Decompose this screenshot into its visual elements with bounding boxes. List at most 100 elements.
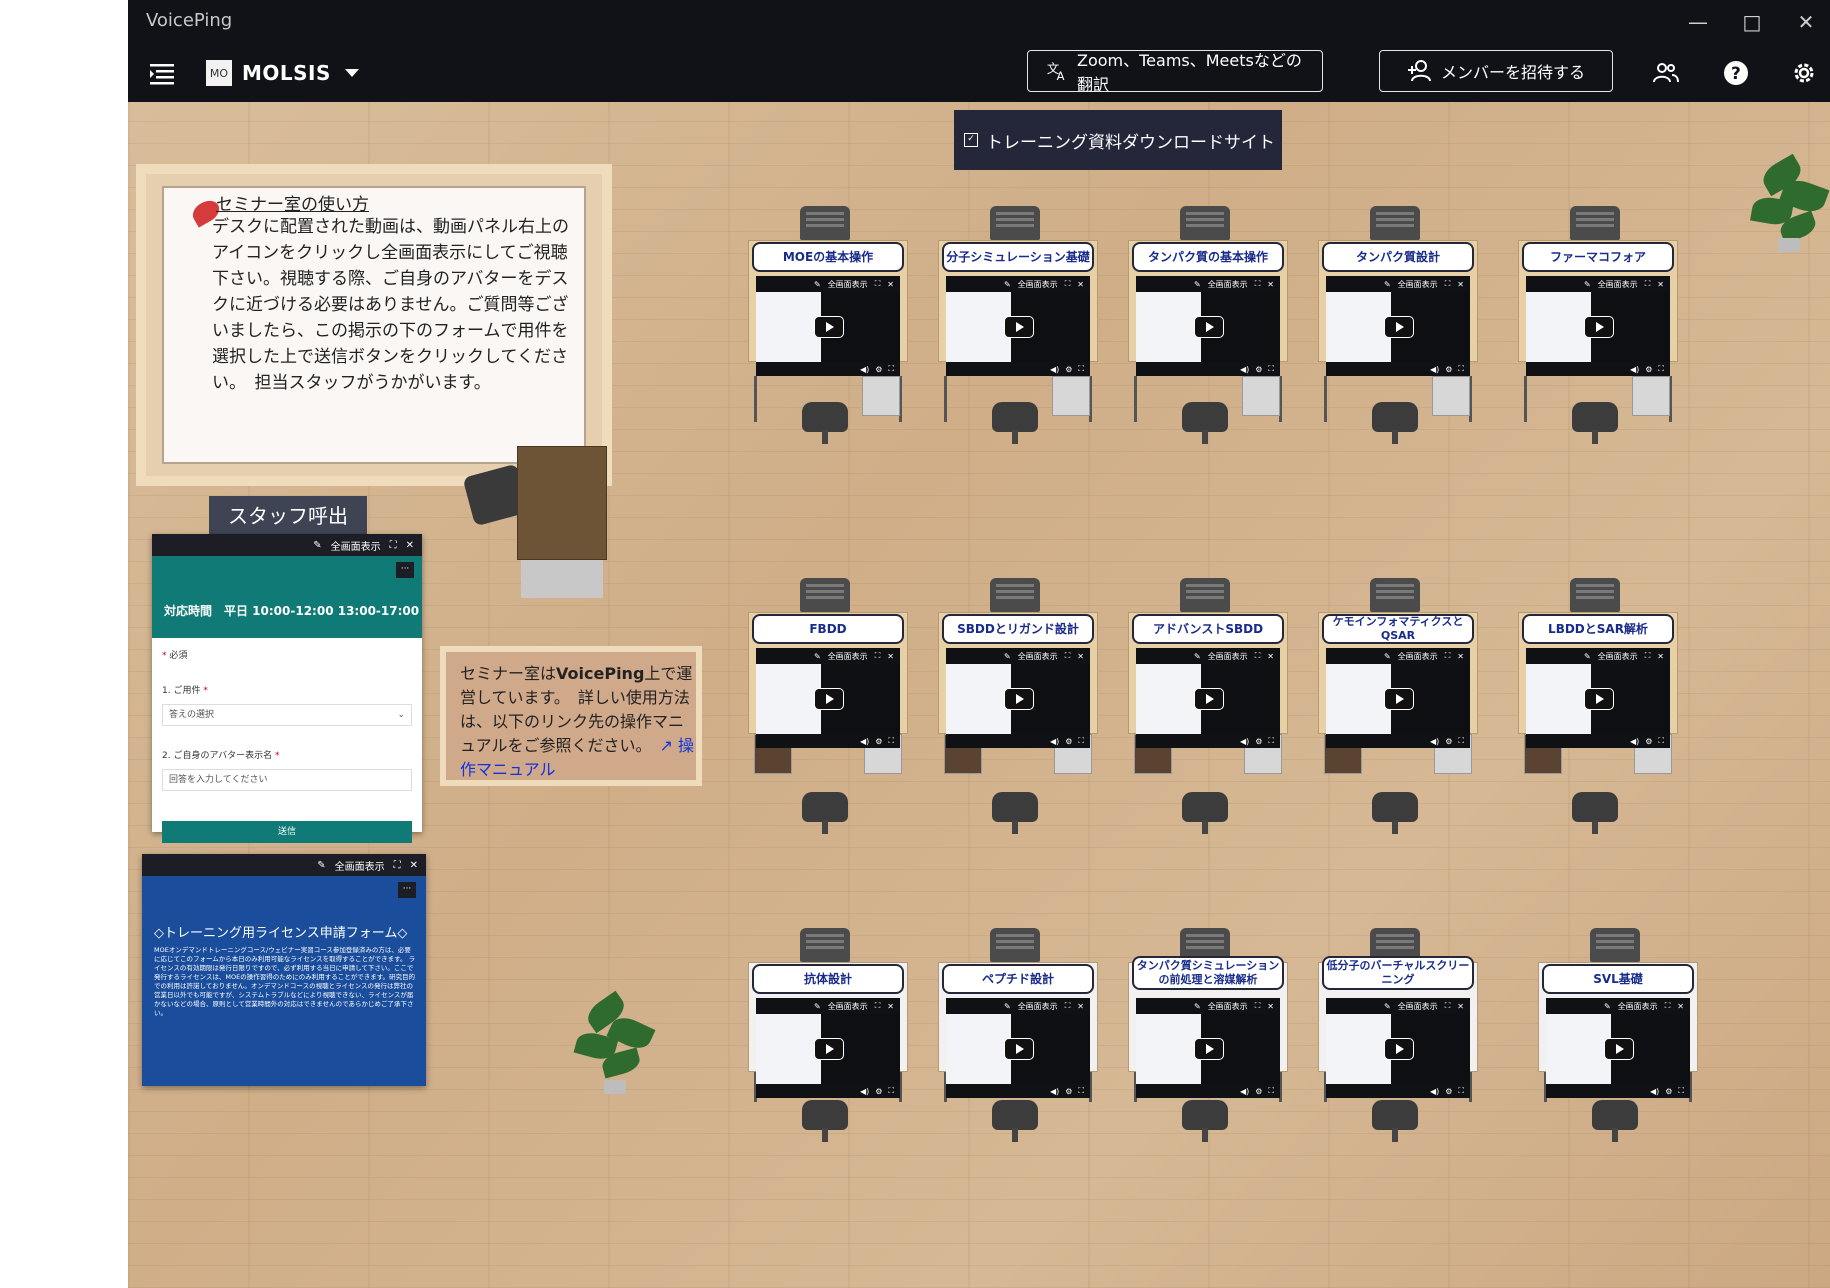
settings-icon[interactable]: ⚙ xyxy=(1665,1087,1672,1096)
close-icon[interactable]: ✕ xyxy=(887,280,894,289)
settings-icon[interactable]: ⚙ xyxy=(875,737,882,746)
close-icon[interactable]: ✕ xyxy=(887,1002,894,1011)
fullscreen-icon[interactable]: ⛶ xyxy=(875,279,881,289)
fullscreen-label[interactable]: 全画面表示 xyxy=(1598,651,1638,662)
video-panel[interactable]: ✎ 全画面表示 ⛶ ✕ ◀) ⚙ ⛶ xyxy=(1136,998,1280,1098)
video-screen[interactable] xyxy=(1546,1014,1690,1084)
fullscreen-icon[interactable]: ⛶ xyxy=(1268,364,1274,374)
settings-icon[interactable]: ⚙ xyxy=(1065,737,1072,746)
close-icon[interactable]: ✕ xyxy=(1457,280,1464,289)
video-panel[interactable]: ✎ 全画面表示 ⛶ ✕ ◀) ⚙ ⛶ xyxy=(1326,998,1470,1098)
video-panel[interactable]: ✎ 全画面表示 ⛶ ✕ ◀) ⚙ ⛶ xyxy=(1526,648,1670,748)
video-panel[interactable]: ✎ 全画面表示 ⛶ ✕ ◀) ⚙ ⛶ xyxy=(1546,998,1690,1098)
fullscreen-label[interactable]: 全画面表示 xyxy=(1018,1001,1058,1012)
play-icon[interactable] xyxy=(1194,688,1224,710)
translate-button[interactable]: 文 A Zoom、Teams、Meetsなどの翻訳 xyxy=(1027,50,1323,94)
close-icon[interactable]: ✕ xyxy=(406,540,414,551)
edit-icon[interactable]: ✎ xyxy=(1384,1002,1391,1011)
video-panel[interactable]: ✎ 全画面表示 ⛶ ✕ ◀) ⚙ ⛶ xyxy=(1326,276,1470,376)
volume-icon[interactable]: ◀) xyxy=(1430,1087,1439,1096)
edit-icon[interactable]: ✎ xyxy=(1384,652,1391,661)
desk-protein-design[interactable]: タンパク質設計 ✎ 全画面表示 ⛶ ✕ ◀) ⚙ ⛶ xyxy=(1318,206,1478,546)
volume-icon[interactable]: ◀) xyxy=(1630,365,1639,374)
fullscreen-icon[interactable]: ⛶ xyxy=(1065,279,1071,289)
desk-advanced-sbdd[interactable]: アドバンストSBDD ✎ 全画面表示 ⛶ ✕ ◀) ⚙ ⛶ xyxy=(1128,578,1288,858)
play-icon[interactable] xyxy=(1194,1038,1224,1060)
people-icon[interactable] xyxy=(1649,56,1683,90)
fullscreen-label[interactable]: 全画面表示 xyxy=(828,1001,868,1012)
fullscreen-label[interactable]: 全画面表示 xyxy=(1208,279,1248,290)
close-icon[interactable]: ✕ xyxy=(1077,652,1084,661)
close-icon[interactable]: ✕ xyxy=(1457,652,1464,661)
video-screen[interactable] xyxy=(1326,292,1470,362)
edit-icon[interactable]: ✎ xyxy=(814,1002,821,1011)
volume-icon[interactable]: ◀) xyxy=(1430,365,1439,374)
desk-svl-basics[interactable]: SVL基礎 ✎ 全画面表示 ⛶ ✕ ◀) ⚙ ⛶ xyxy=(1538,928,1698,1178)
video-screen[interactable] xyxy=(756,664,900,734)
fullscreen-label[interactable]: 全画面表示 xyxy=(1208,1001,1248,1012)
close-icon[interactable]: ✕ xyxy=(1267,280,1274,289)
video-panel[interactable]: ✎ 全画面表示 ⛶ ✕ ◀) ⚙ ⛶ xyxy=(1526,276,1670,376)
edit-icon[interactable]: ✎ xyxy=(814,280,821,289)
video-screen[interactable] xyxy=(946,292,1090,362)
video-panel[interactable]: ✎ 全画面表示 ⛶ ✕ ◀) ⚙ ⛶ xyxy=(1136,648,1280,748)
fullscreen-icon[interactable]: ⛶ xyxy=(1078,364,1084,374)
desk-protein-basics[interactable]: タンパク質の基本操作 ✎ 全画面表示 ⛶ ✕ ◀) ⚙ ⛶ xyxy=(1128,206,1288,546)
volume-icon[interactable]: ◀) xyxy=(1650,1087,1659,1096)
video-screen[interactable] xyxy=(1136,664,1280,734)
fullscreen-icon[interactable]: ⛶ xyxy=(1645,279,1651,289)
fullscreen-icon[interactable]: ⛶ xyxy=(875,651,881,661)
fullscreen-icon[interactable]: ⛶ xyxy=(1445,651,1451,661)
settings-icon[interactable]: ⚙ xyxy=(1255,365,1262,374)
fullscreen-icon[interactable]: ⛶ xyxy=(888,364,894,374)
edit-icon[interactable]: ✎ xyxy=(313,540,321,551)
volume-icon[interactable]: ◀) xyxy=(860,737,869,746)
volume-icon[interactable]: ◀) xyxy=(1630,737,1639,746)
fullscreen-label[interactable]: 全画面表示 xyxy=(1398,651,1438,662)
request-select[interactable]: 答えの選択 ⌄ xyxy=(162,704,412,726)
video-screen[interactable] xyxy=(1526,292,1670,362)
fullscreen-icon[interactable]: ⛶ xyxy=(1678,1086,1684,1096)
settings-icon[interactable]: ⚙ xyxy=(1445,1087,1452,1096)
video-panel[interactable]: ✎ 全画面表示 ⛶ ✕ ◀) ⚙ ⛶ xyxy=(1326,648,1470,748)
volume-icon[interactable]: ◀) xyxy=(1430,737,1439,746)
volume-icon[interactable]: ◀) xyxy=(1240,737,1249,746)
fullscreen-icon[interactable]: ⛶ xyxy=(1458,1086,1464,1096)
fullscreen-icon[interactable]: ⛶ xyxy=(1665,1001,1671,1011)
play-icon[interactable] xyxy=(1004,1038,1034,1060)
desk-sbdd-ligand[interactable]: SBDDとリガンド設計 ✎ 全画面表示 ⛶ ✕ ◀) ⚙ ⛶ xyxy=(938,578,1098,858)
fullscreen-label[interactable]: 全画面表示 xyxy=(1398,279,1438,290)
play-icon[interactable] xyxy=(814,688,844,710)
edit-icon[interactable]: ✎ xyxy=(1194,280,1201,289)
desk-cheminformatics-qsar[interactable]: ケモインフォマティクスとQSAR ✎ 全画面表示 ⛶ ✕ ◀) ⚙ ⛶ xyxy=(1318,578,1478,858)
desk-lbdd-sar[interactable]: LBDDとSAR解析 ✎ 全画面表示 ⛶ ✕ ◀) ⚙ ⛶ xyxy=(1518,578,1678,858)
video-panel[interactable]: ✎ 全画面表示 ⛶ ✕ ◀) ⚙ ⛶ xyxy=(946,276,1090,376)
settings-icon[interactable]: ⚙ xyxy=(1255,737,1262,746)
fullscreen-icon[interactable]: ⛶ xyxy=(1458,364,1464,374)
close-icon[interactable]: ✕ xyxy=(1457,1002,1464,1011)
desk-moe-basics[interactable]: MOEの基本操作 ✎ 全画面表示 ⛶ ✕ ◀) ⚙ ⛶ xyxy=(748,206,908,546)
play-icon[interactable] xyxy=(1384,316,1414,338)
play-icon[interactable] xyxy=(1004,316,1034,338)
desk-molecular-simulation[interactable]: 分子シミュレーション基礎 ✎ 全画面表示 ⛶ ✕ ◀) ⚙ ⛶ xyxy=(938,206,1098,546)
close-icon[interactable]: ✕ xyxy=(410,860,418,871)
video-panel[interactable]: ✎ 全画面表示 ⛶ ✕ ◀) ⚙ ⛶ xyxy=(756,648,900,748)
fullscreen-icon[interactable]: ⛶ xyxy=(390,540,397,551)
fullscreen-icon[interactable]: ⛶ xyxy=(1268,736,1274,746)
play-icon[interactable] xyxy=(814,316,844,338)
fullscreen-label[interactable]: 全画面表示 xyxy=(1018,651,1058,662)
play-icon[interactable] xyxy=(1004,688,1034,710)
gear-icon[interactable] xyxy=(1787,56,1821,90)
fullscreen-icon[interactable]: ⛶ xyxy=(1255,651,1261,661)
fullscreen-icon[interactable]: ⛶ xyxy=(1065,651,1071,661)
settings-icon[interactable]: ⚙ xyxy=(1445,365,1452,374)
edit-icon[interactable]: ✎ xyxy=(1584,280,1591,289)
volume-icon[interactable]: ◀) xyxy=(1240,1087,1249,1096)
play-icon[interactable] xyxy=(1384,688,1414,710)
play-icon[interactable] xyxy=(1384,1038,1414,1060)
sidebar-toggle-icon[interactable] xyxy=(148,60,176,88)
edit-icon[interactable]: ✎ xyxy=(1004,652,1011,661)
fullscreen-icon[interactable]: ⛶ xyxy=(1078,1086,1084,1096)
fullscreen-icon[interactable]: ⛶ xyxy=(888,1086,894,1096)
fullscreen-icon[interactable]: ⛶ xyxy=(1458,736,1464,746)
